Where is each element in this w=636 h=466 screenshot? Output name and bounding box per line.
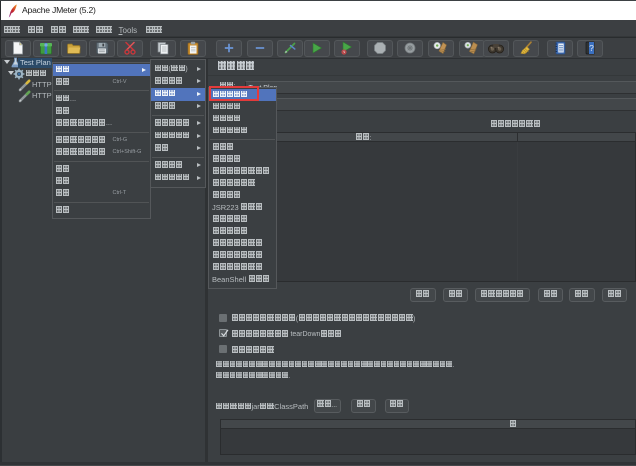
svg-text:?: ?	[589, 43, 594, 53]
